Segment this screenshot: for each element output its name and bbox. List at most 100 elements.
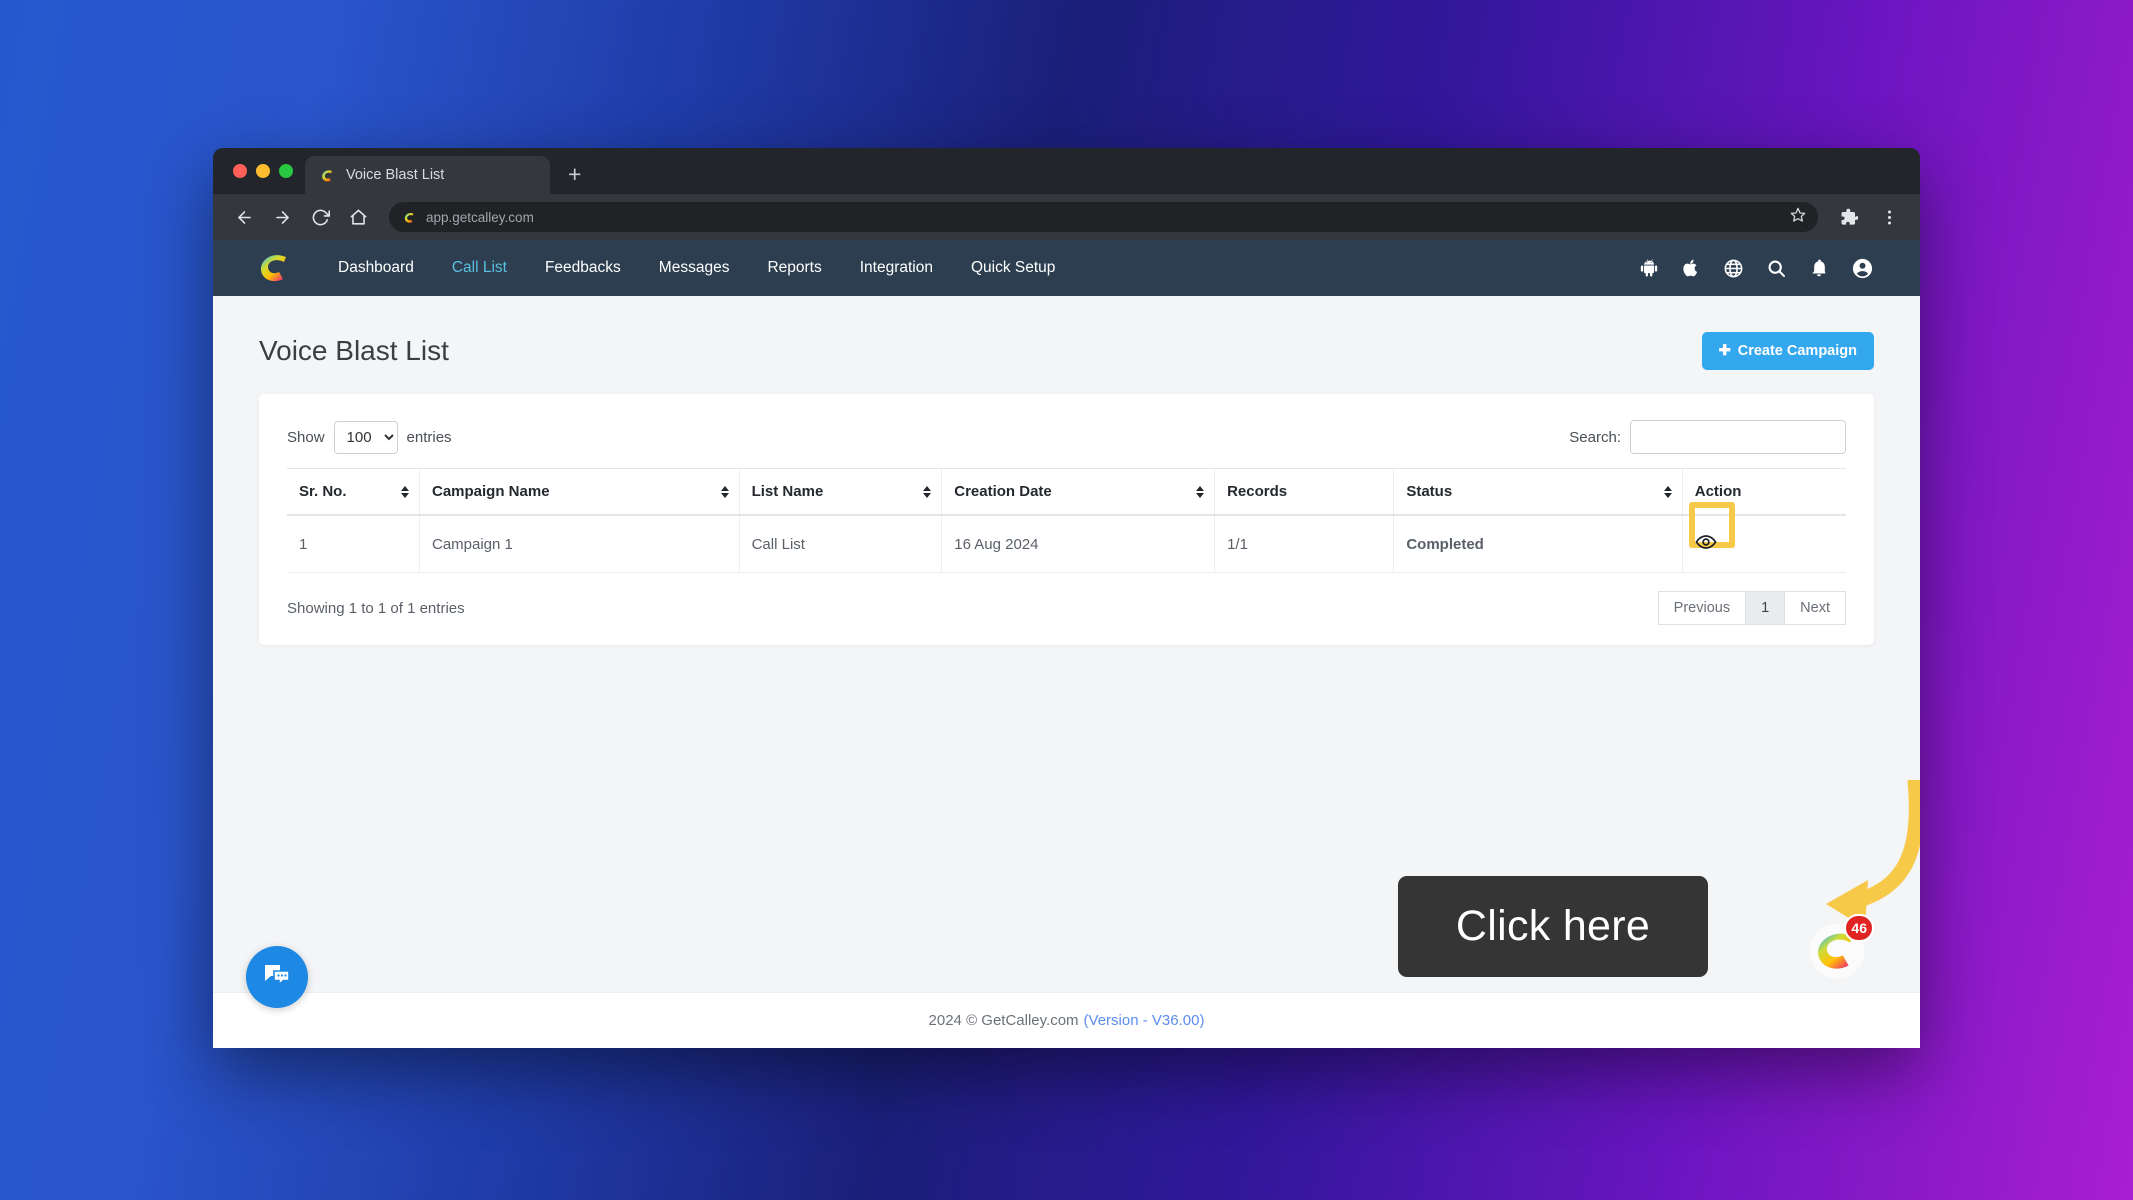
table-head: Sr. No. Campaign Name List Name Creation… bbox=[287, 468, 1846, 516]
nav-item-integration[interactable]: Integration bbox=[841, 259, 952, 277]
sort-indicator-icon bbox=[720, 485, 729, 498]
cell-list-name-link[interactable]: Call List bbox=[739, 515, 943, 573]
android-icon[interactable] bbox=[1639, 258, 1659, 278]
page-header: Voice Blast List ✚ Create Campaign bbox=[213, 296, 1920, 370]
entries-per-page-select[interactable]: 10 25 50 100 bbox=[333, 420, 398, 454]
address-bar-url: app.getcalley.com bbox=[426, 209, 534, 225]
reload-icon[interactable] bbox=[303, 200, 337, 234]
table-body: 1 Campaign 1 Call List 16 Aug 2024 1/1 C… bbox=[287, 502, 1846, 573]
calley-logo-icon bbox=[404, 212, 414, 223]
click-here-callout: Click here bbox=[1398, 876, 1708, 977]
campaign-table: Sr. No. Campaign Name List Name Creation… bbox=[287, 468, 1846, 573]
browser-window: Voice Blast List + app.getcalley.com Das… bbox=[213, 148, 1920, 1048]
column-label: Campaign Name bbox=[432, 483, 550, 500]
column-label: Action bbox=[1694, 483, 1742, 500]
cell-campaign-name: Campaign 1 bbox=[419, 515, 740, 573]
show-label: Show bbox=[287, 428, 325, 446]
arrow-left-icon[interactable] bbox=[227, 200, 261, 234]
column-header-creation-date[interactable]: Creation Date bbox=[941, 468, 1216, 516]
plus-icon: ✚ bbox=[1718, 343, 1731, 359]
address-bar[interactable]: app.getcalley.com bbox=[389, 202, 1818, 232]
column-header-campaign-name[interactable]: Campaign Name bbox=[419, 468, 740, 516]
puzzle-icon[interactable] bbox=[1832, 200, 1866, 234]
main-nav: Dashboard Call List Feedbacks Messages R… bbox=[319, 259, 1074, 277]
bookmark-star-icon[interactable] bbox=[1790, 207, 1806, 228]
home-icon[interactable] bbox=[341, 200, 375, 234]
cell-creation-date: 16 Aug 2024 bbox=[941, 515, 1216, 573]
create-campaign-button[interactable]: ✚ Create Campaign bbox=[1701, 332, 1874, 370]
apple-icon[interactable] bbox=[1681, 258, 1701, 278]
calley-logo-icon bbox=[322, 169, 332, 181]
minimize-window-button[interactable] bbox=[256, 164, 270, 178]
search-icon[interactable] bbox=[1766, 258, 1787, 279]
navbar-icon-group bbox=[1639, 257, 1874, 280]
maximize-window-button[interactable] bbox=[279, 164, 293, 178]
table-footer: Showing 1 to 1 of 1 entries Previous 1 N… bbox=[287, 573, 1846, 625]
cell-records: 1/1 bbox=[1214, 515, 1395, 573]
nav-item-dashboard[interactable]: Dashboard bbox=[319, 259, 433, 277]
nav-item-call-list[interactable]: Call List bbox=[433, 259, 526, 277]
table-search-control: Search: bbox=[1569, 420, 1846, 454]
create-campaign-label: Create Campaign bbox=[1737, 343, 1857, 359]
browser-toolbar-right bbox=[1832, 200, 1906, 234]
view-campaign-button[interactable] bbox=[1695, 531, 1717, 556]
pagination-previous-button[interactable]: Previous bbox=[1657, 591, 1747, 625]
search-label: Search: bbox=[1569, 428, 1621, 446]
table-controls: Show 10 25 50 100 entries Search: bbox=[287, 420, 1846, 454]
sort-indicator-icon bbox=[1196, 485, 1205, 498]
page-viewport: Dashboard Call List Feedbacks Messages R… bbox=[213, 240, 1920, 1048]
app-navbar: Dashboard Call List Feedbacks Messages R… bbox=[213, 240, 1920, 296]
callout-arrow-icon bbox=[1826, 780, 1920, 928]
page-title: Voice Blast List bbox=[259, 335, 449, 366]
cell-sr-no: 1 bbox=[287, 515, 420, 573]
search-input[interactable] bbox=[1630, 420, 1846, 454]
nav-item-reports[interactable]: Reports bbox=[748, 259, 840, 277]
column-label: Status bbox=[1406, 483, 1453, 500]
sort-indicator-icon bbox=[1663, 485, 1672, 498]
eye-icon bbox=[1695, 531, 1717, 556]
column-header-action: Action bbox=[1682, 468, 1846, 516]
browser-tab-strip: Voice Blast List + bbox=[213, 148, 1920, 194]
three-dot-menu-icon[interactable] bbox=[1872, 200, 1906, 234]
column-label: Creation Date bbox=[954, 483, 1052, 500]
helper-launcher-button[interactable]: 46 bbox=[1808, 914, 1874, 980]
footer-copyright: 2024 © GetCalley.com bbox=[928, 1012, 1079, 1029]
column-label: Sr. No. bbox=[299, 483, 347, 500]
column-label: List Name bbox=[751, 483, 824, 500]
sort-indicator-icon bbox=[923, 485, 932, 498]
column-header-list-name[interactable]: List Name bbox=[739, 468, 943, 516]
nav-item-quick-setup[interactable]: Quick Setup bbox=[952, 259, 1074, 277]
browser-toolbar: app.getcalley.com bbox=[213, 194, 1920, 240]
entries-label: entries bbox=[406, 428, 452, 446]
voice-blast-list-card: Show 10 25 50 100 entries Search: bbox=[259, 394, 1874, 645]
browser-tab-active[interactable]: Voice Blast List bbox=[305, 156, 550, 194]
pagination-next-button[interactable]: Next bbox=[1784, 591, 1846, 625]
table-header-row: Sr. No. Campaign Name List Name Creation… bbox=[287, 468, 1846, 516]
click-here-label: Click here bbox=[1455, 902, 1651, 950]
table-row[interactable]: 1 Campaign 1 Call List 16 Aug 2024 1/1 C… bbox=[287, 502, 1846, 573]
column-header-status[interactable]: Status bbox=[1393, 468, 1683, 516]
cell-action bbox=[1682, 502, 1846, 573]
arrow-right-icon[interactable] bbox=[265, 200, 299, 234]
new-tab-button[interactable]: + bbox=[568, 163, 581, 186]
footer-version-link[interactable]: (Version - V36.00) bbox=[1084, 1012, 1205, 1029]
bell-icon[interactable] bbox=[1809, 258, 1829, 278]
pagination-page-1-button[interactable]: 1 bbox=[1745, 591, 1786, 625]
close-window-button[interactable] bbox=[233, 164, 247, 178]
nav-item-messages[interactable]: Messages bbox=[640, 259, 749, 277]
cell-status: Completed bbox=[1393, 515, 1683, 573]
web-globe-icon[interactable] bbox=[1723, 258, 1744, 279]
account-circle-icon[interactable] bbox=[1851, 257, 1874, 280]
chat-widget-button[interactable] bbox=[246, 946, 308, 1008]
nav-item-feedbacks[interactable]: Feedbacks bbox=[526, 259, 640, 277]
entries-length-control: Show 10 25 50 100 entries bbox=[287, 420, 452, 454]
sort-indicator-icon bbox=[401, 485, 409, 498]
table-info-text: Showing 1 to 1 of 1 entries bbox=[287, 599, 465, 617]
calley-brand-logo-icon[interactable] bbox=[255, 248, 295, 288]
chat-bubbles-icon bbox=[261, 959, 293, 996]
browser-tab-title: Voice Blast List bbox=[346, 167, 445, 183]
pagination: Previous 1 Next bbox=[1657, 591, 1846, 625]
column-header-sr-no[interactable]: Sr. No. bbox=[287, 468, 420, 516]
column-header-records[interactable]: Records bbox=[1214, 468, 1395, 516]
window-traffic-lights bbox=[227, 148, 305, 194]
